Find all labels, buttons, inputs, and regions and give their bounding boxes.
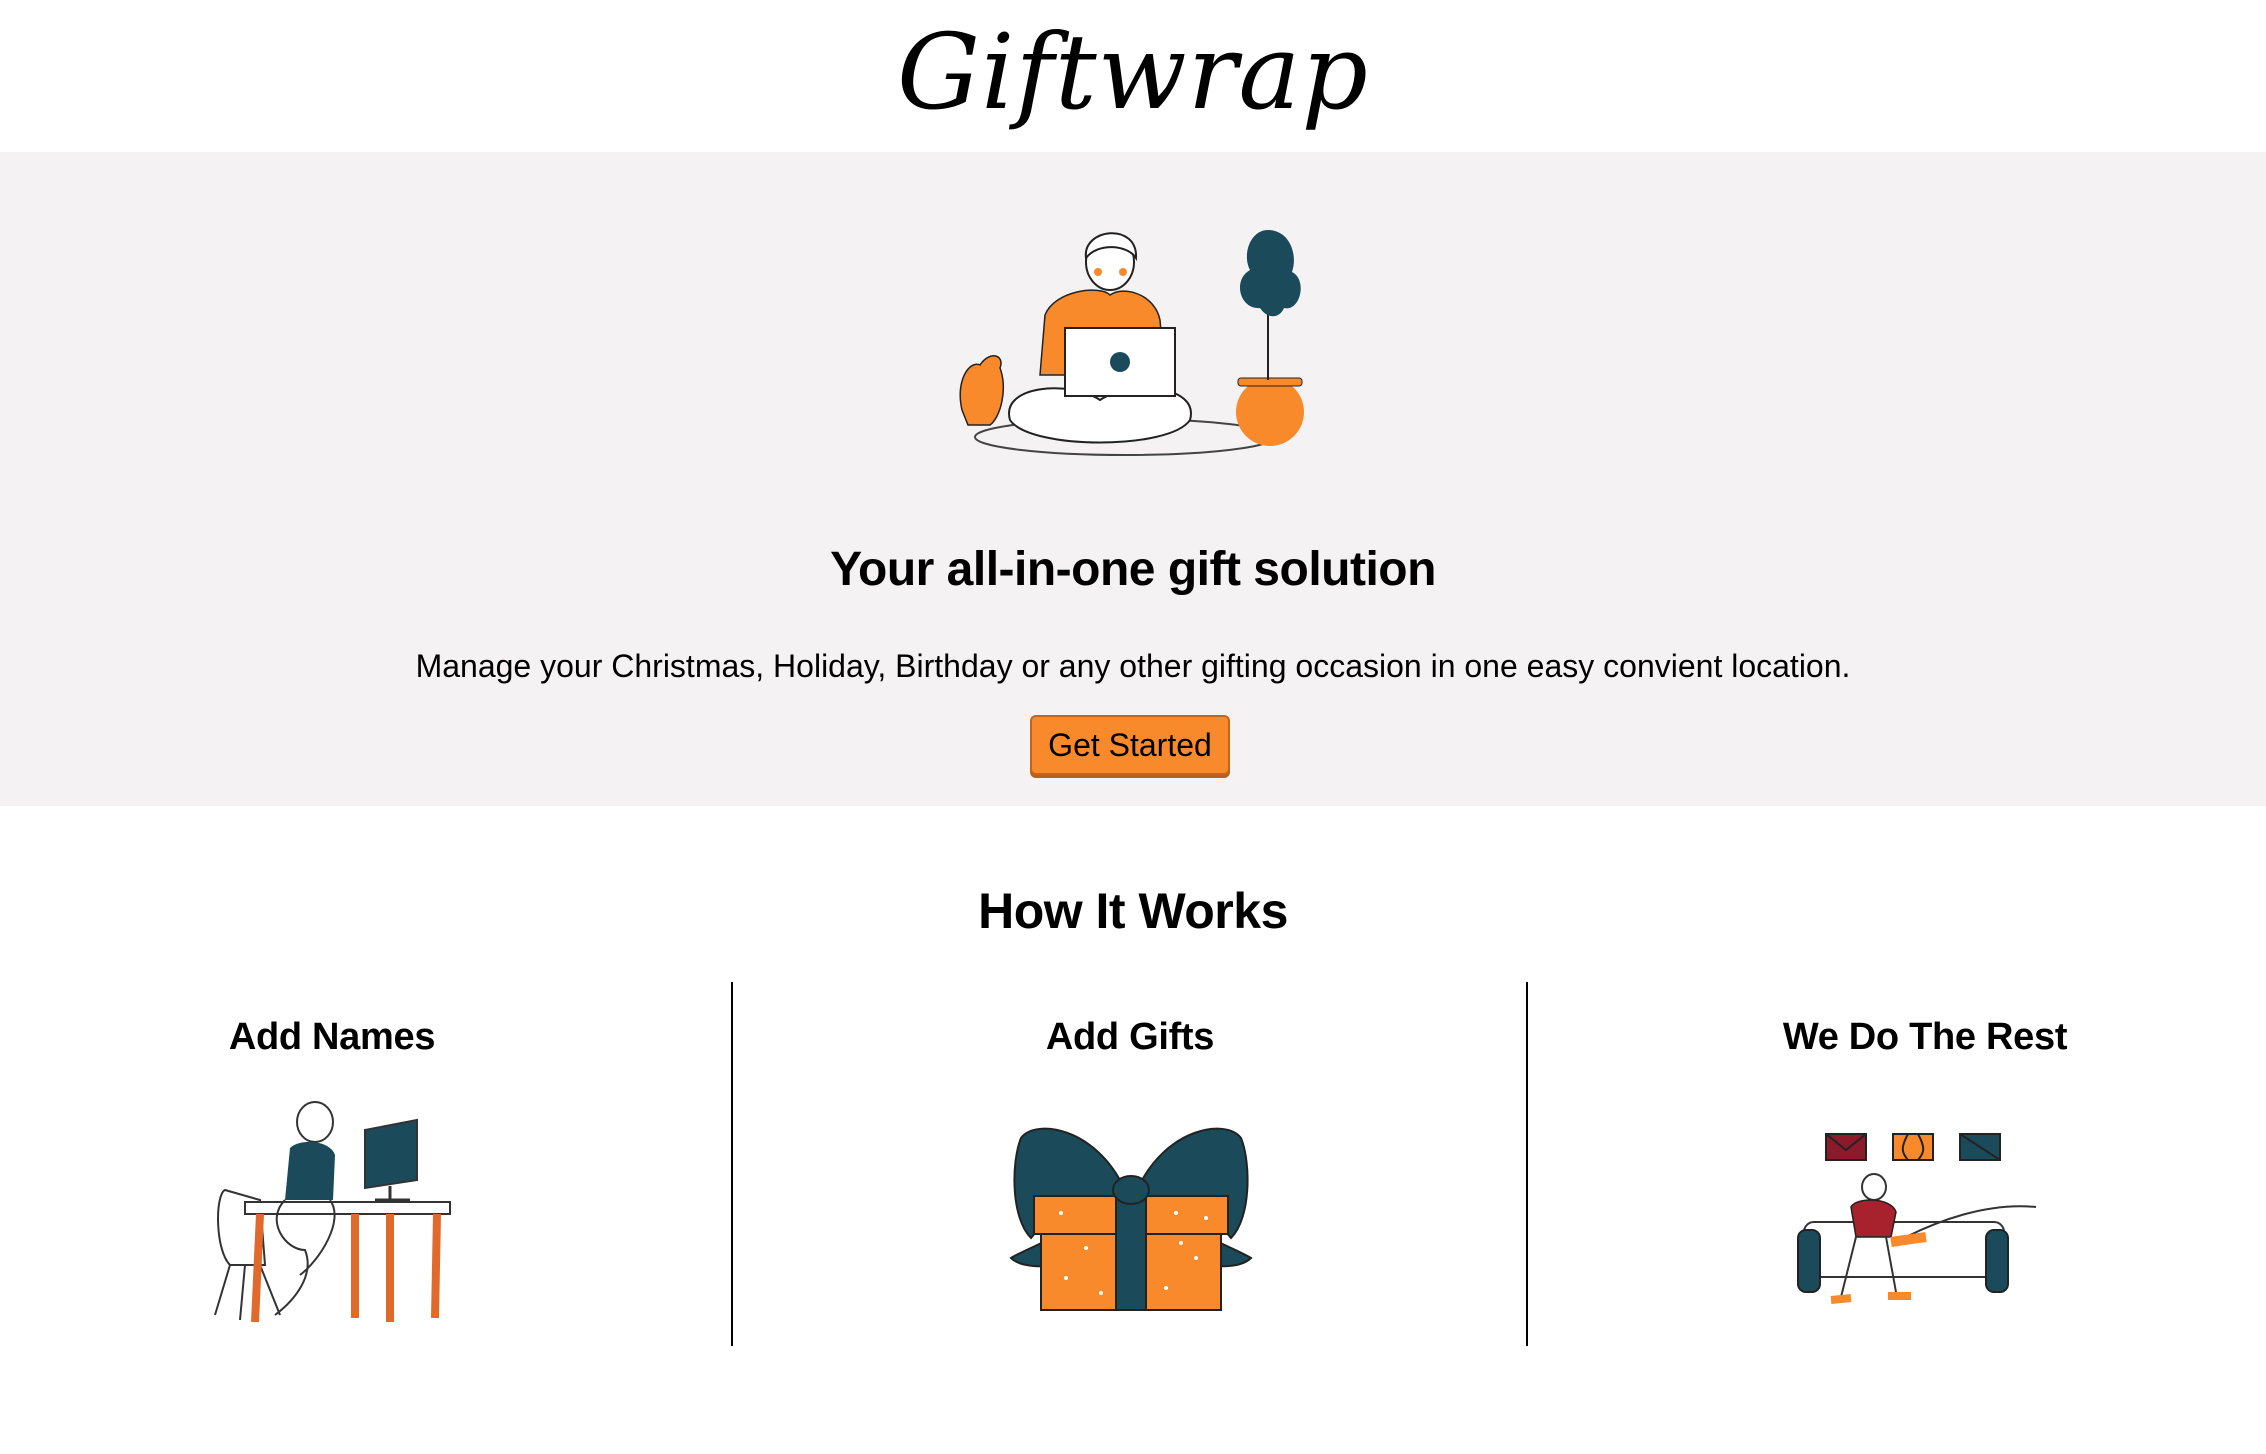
- hero-subtitle: Manage your Christmas, Holiday, Birthday…: [415, 648, 1851, 684]
- gift-box-illustration: [1009, 1127, 1253, 1311]
- step-title: We Do The Rest: [1782, 1016, 2068, 1058]
- get-started-button[interactable]: Get Started: [1030, 715, 1230, 775]
- hero-section: Your all-in-one gift solution Manage you…: [0, 152, 2266, 806]
- step-title: Add Names: [228, 1016, 436, 1058]
- step-add-names: Add Names: [0, 982, 664, 1346]
- logo[interactable]: Giftwrap: [897, 20, 1369, 124]
- site-header: Giftwrap: [0, 0, 2266, 152]
- relaxing-on-couch-illustration: [1797, 1133, 2037, 1304]
- step-title: Add Gifts: [1045, 1016, 1215, 1058]
- how-it-works-title: How It Works: [978, 883, 1288, 939]
- step-we-do-the-rest: We Do The Rest: [1528, 982, 2266, 1346]
- step-add-gifts: Add Gifts: [733, 982, 1527, 1346]
- hero-title: Your all-in-one gift solution: [830, 543, 1436, 596]
- woman-with-laptop-illustration: [959, 230, 1304, 456]
- person-at-desk-illustration: [214, 1101, 451, 1323]
